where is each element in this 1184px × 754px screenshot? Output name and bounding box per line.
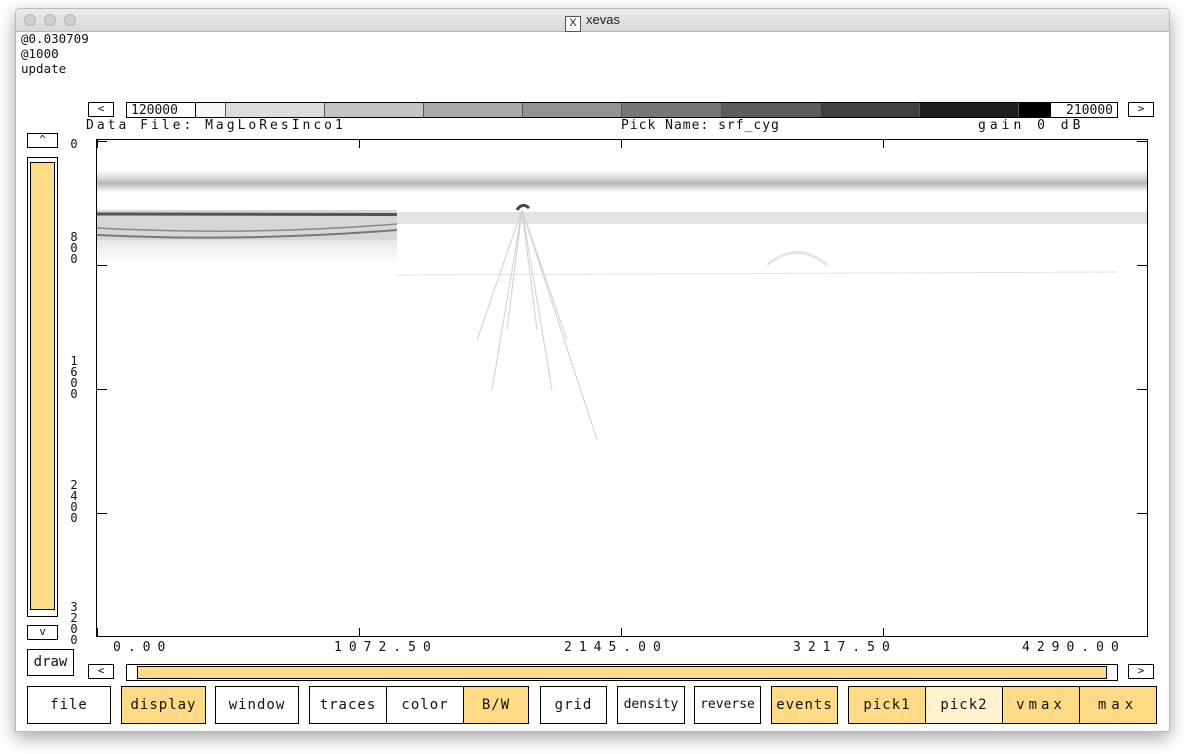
- x-tick-mark: [883, 140, 884, 148]
- colorbar-segment: [819, 103, 919, 117]
- colorbar-max-label: 210000: [1050, 102, 1118, 118]
- x-tick-label: 1072.50: [334, 640, 438, 655]
- y-tick-label: 0: [70, 387, 78, 401]
- faint-reflector: [396, 271, 1118, 276]
- horizontal-scrollbar-thumb[interactable]: [137, 666, 1107, 679]
- vslider-up-arrow-button[interactable]: ^: [27, 133, 58, 148]
- hslider-right-arrow-button[interactable]: >: [1128, 664, 1154, 679]
- events-button[interactable]: events: [771, 686, 838, 724]
- pick2-button[interactable]: pick2: [925, 686, 1003, 724]
- colorbar-right-arrow-button[interactable]: >: [1128, 102, 1154, 117]
- diffraction-flank: [476, 209, 598, 441]
- y-tick-label: 0: [70, 511, 78, 525]
- bw-button[interactable]: B/W: [463, 686, 529, 724]
- density-button[interactable]: density: [617, 686, 685, 724]
- x-tick-mark: [621, 628, 622, 636]
- y-tick-mark: [1137, 389, 1147, 390]
- color-button[interactable]: color: [386, 686, 464, 724]
- colorbar-segment: [324, 103, 424, 117]
- colorbar-segment: [423, 103, 523, 117]
- colorbar-min-label: 120000: [126, 102, 196, 118]
- x-tick-label: 0.00: [113, 640, 173, 655]
- status-update-line: update: [21, 61, 67, 76]
- status-value-line: @0.030709: [21, 31, 89, 46]
- x-tick-mark: [883, 628, 884, 636]
- y-tick-mark: [1137, 141, 1147, 142]
- faint-bump: [766, 251, 828, 267]
- pick-name-label: Pick Name: srf_cyg: [621, 118, 780, 133]
- max-button[interactable]: max: [1079, 686, 1157, 724]
- surface-band: [97, 170, 1147, 192]
- radargram-plot[interactable]: [96, 139, 1148, 637]
- gain-label: gain 0 dB: [978, 118, 1085, 133]
- y-tick-mark: [1137, 513, 1147, 514]
- radargram-image: [97, 170, 1147, 441]
- vertical-scrollbar-thumb[interactable]: [30, 162, 55, 610]
- display-button[interactable]: display: [121, 686, 206, 724]
- y-tick-mark: [97, 389, 107, 390]
- y-tick-mark: [97, 513, 107, 514]
- vmax-button[interactable]: vmax: [1002, 686, 1080, 724]
- y-tick-mark: [97, 265, 107, 266]
- colorbar-segment: [225, 103, 325, 117]
- y-tick-label: 0: [70, 633, 78, 647]
- x-tick-mark: [97, 140, 98, 148]
- x-tick-label: 4290.00: [1022, 640, 1126, 655]
- xevas-window: Xxevas @0.030709 @1000 update < 120000 2…: [15, 8, 1170, 732]
- colorbar-segment: [621, 103, 721, 117]
- x-tick-label: 3217.50: [793, 640, 897, 655]
- x-tick-mark: [97, 628, 98, 636]
- traces-button[interactable]: traces: [309, 686, 387, 724]
- draw-button[interactable]: draw: [27, 649, 74, 676]
- y-tick-label: 0: [70, 137, 78, 151]
- hslider-left-arrow-button[interactable]: <: [88, 664, 114, 679]
- pick1-button[interactable]: pick1: [848, 686, 926, 724]
- x11-icon: X: [565, 16, 582, 32]
- x-tick-mark: [359, 628, 360, 636]
- file-button[interactable]: file: [27, 686, 111, 724]
- window-title-text: xevas: [586, 12, 620, 27]
- y-tick-mark: [97, 141, 107, 142]
- reflector-band-right: [397, 212, 1147, 224]
- reflector-fade: [97, 240, 397, 265]
- title-bar[interactable]: Xxevas: [16, 9, 1169, 32]
- grid-button[interactable]: grid: [540, 686, 607, 724]
- colorbar-left-arrow-button[interactable]: <: [88, 102, 114, 117]
- data-file-label: Data File: MagLoResInco1: [86, 118, 346, 133]
- horizontal-scrollbar[interactable]: [126, 664, 1118, 681]
- vslider-down-arrow-button[interactable]: v: [27, 625, 58, 640]
- window-title: Xxevas: [16, 12, 1169, 32]
- colorbar[interactable]: [126, 102, 1118, 118]
- y-tick-label: 0: [70, 252, 78, 266]
- reverse-button[interactable]: reverse: [694, 686, 761, 724]
- x-tick-label: 2145.00: [564, 640, 668, 655]
- colorbar-segment: [522, 103, 622, 117]
- x-tick-mark: [621, 140, 622, 148]
- vertical-scrollbar[interactable]: [27, 157, 58, 617]
- x-tick-mark: [359, 140, 360, 148]
- status-count-line: @1000: [21, 46, 59, 61]
- colorbar-segment: [720, 103, 820, 117]
- window-button[interactable]: window: [215, 686, 299, 724]
- diffraction-hyperbola: [515, 203, 530, 211]
- y-tick-mark: [1137, 265, 1147, 266]
- colorbar-segment: [918, 103, 1018, 117]
